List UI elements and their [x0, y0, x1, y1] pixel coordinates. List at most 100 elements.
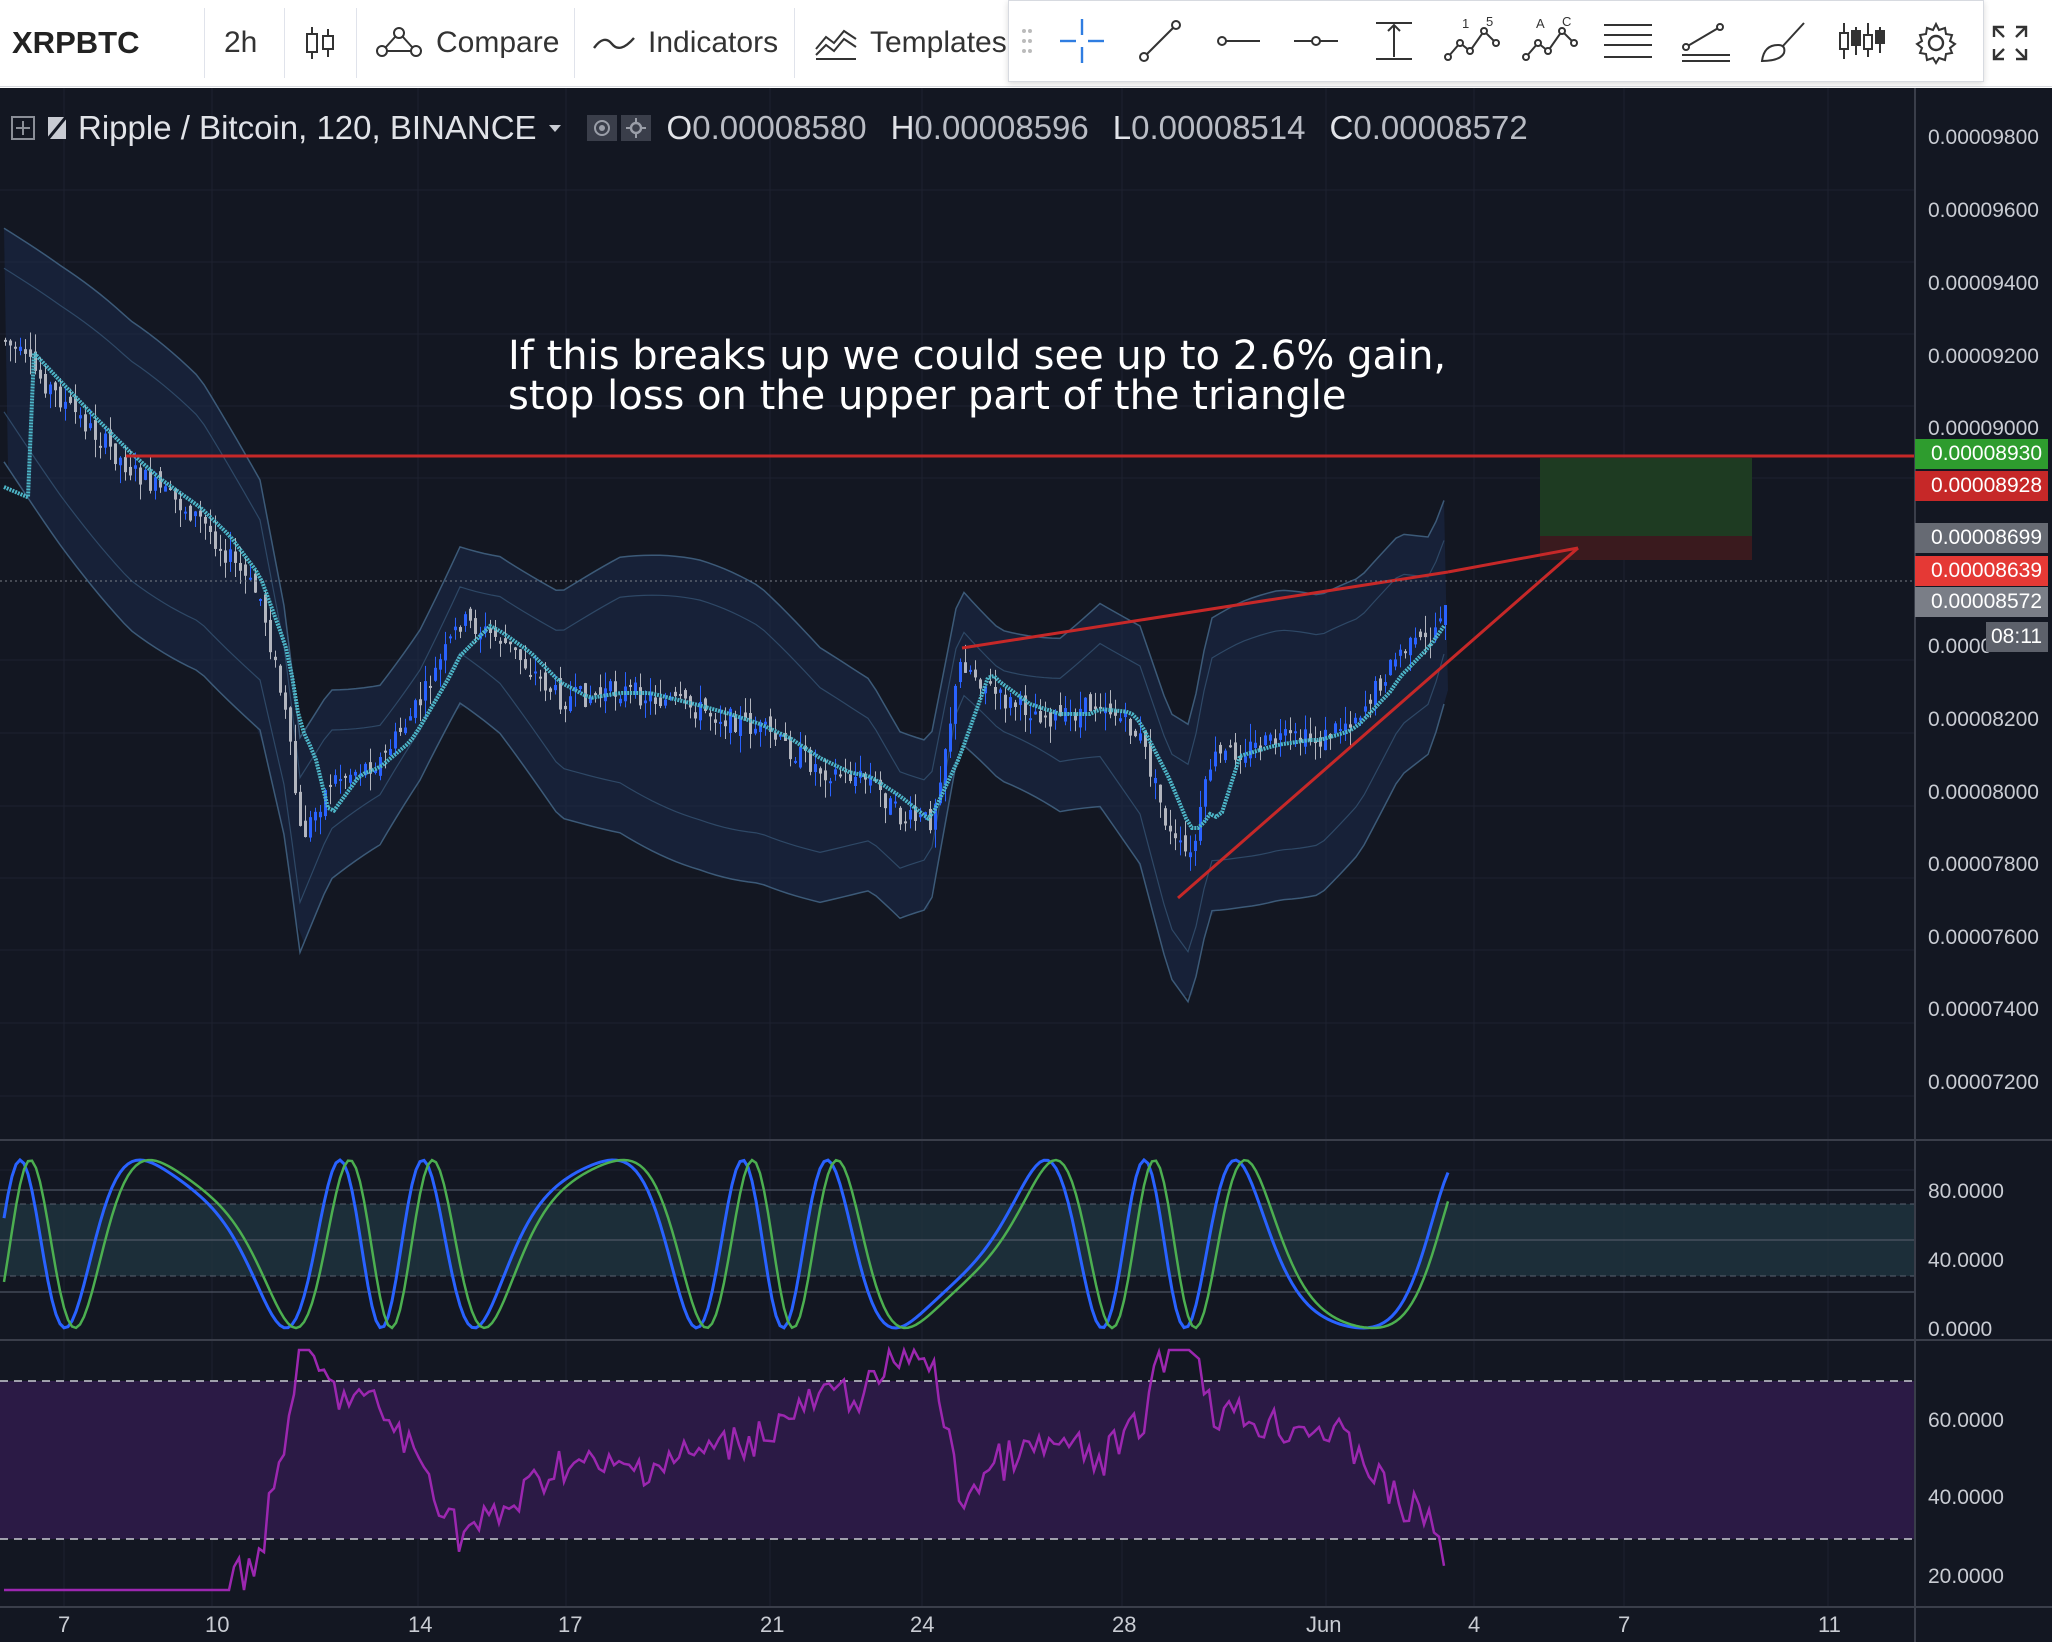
chart-type-button[interactable]	[302, 0, 338, 86]
pitchfork-tool[interactable]	[1675, 11, 1737, 71]
candle-body	[1379, 678, 1382, 691]
price-axis-label: 0.0000	[1928, 635, 1993, 658]
templates-icon	[815, 29, 857, 60]
candle-body	[674, 691, 677, 697]
symbol-label: XRPBTC	[12, 25, 140, 60]
candle-body	[1244, 756, 1247, 763]
candle-body	[349, 774, 352, 783]
interval-button[interactable]: 2h	[224, 0, 257, 86]
rsi-axis-label: 40.0000	[1928, 1486, 2004, 1509]
candle-body	[439, 659, 442, 670]
candle-body	[714, 719, 717, 723]
candle-body	[1394, 659, 1397, 667]
candle-body	[354, 771, 357, 776]
fullscreen-button[interactable]	[1990, 0, 2030, 86]
eye-icon[interactable]	[586, 115, 617, 141]
chevron-down-icon[interactable]	[545, 118, 565, 138]
candle-body	[539, 676, 542, 679]
candle-body	[1209, 769, 1212, 781]
candle-body	[724, 720, 727, 727]
time-axis-label: 24	[910, 1612, 935, 1637]
chart-canvas[interactable]	[0, 88, 2052, 1642]
horizontal-line-tool[interactable]	[1285, 11, 1347, 71]
candle-body	[1234, 742, 1237, 760]
stoch-axis-label: 40.0000	[1928, 1249, 2004, 1272]
horizontal-ray-tool[interactable]	[1207, 11, 1269, 71]
abcd-pattern-tool[interactable]: AC	[1519, 11, 1581, 71]
candle-body	[339, 779, 342, 782]
candle-body	[1154, 777, 1157, 784]
high-value: 0.00008596	[914, 109, 1089, 146]
candle-body	[979, 679, 982, 689]
candle-body	[299, 791, 302, 826]
candle-body	[1159, 784, 1162, 803]
candle-body	[269, 619, 272, 653]
collapse-icon[interactable]	[10, 115, 36, 141]
candle-body	[904, 821, 907, 824]
time-axis-label: 10	[205, 1612, 230, 1637]
candle-body	[644, 700, 647, 704]
open-label: O	[666, 109, 693, 146]
candle-body	[1184, 835, 1187, 852]
candle-body	[134, 465, 137, 469]
candle-body	[964, 662, 967, 673]
compare-button[interactable]: Compare	[374, 0, 559, 86]
symbol-search[interactable]: XRPBTC	[12, 0, 139, 86]
candle-body	[849, 774, 852, 782]
candle-body	[504, 638, 507, 643]
candle-body	[1094, 706, 1097, 709]
abcd-label-a: A	[1536, 17, 1545, 31]
candle-body	[449, 636, 452, 639]
settings-small-icon[interactable]	[620, 115, 651, 141]
candle-body	[899, 807, 902, 825]
rsi-axis-label: 60.0000	[1928, 1409, 2004, 1432]
candle-body	[799, 746, 802, 768]
brush-tool[interactable]	[1753, 11, 1815, 71]
candle-body	[544, 672, 547, 691]
candle-body	[499, 640, 502, 644]
drag-handle[interactable]	[1017, 11, 1037, 71]
symbol-title[interactable]: Ripple / Bitcoin, 120, BINANCE	[78, 109, 537, 147]
trend-line-tool[interactable]	[1129, 11, 1191, 71]
candle-body	[54, 382, 57, 391]
templates-button[interactable]: Templates	[814, 0, 1007, 86]
candle-body	[264, 594, 267, 623]
candle-body	[274, 656, 277, 661]
elliott-wave-tool[interactable]: 15	[1441, 11, 1503, 71]
candle-body	[229, 549, 232, 562]
crosshair-icon	[1060, 19, 1104, 63]
candle-body	[144, 469, 147, 480]
time-axis-label: 28	[1112, 1612, 1137, 1637]
horizontal-ray-icon	[1217, 36, 1260, 46]
candle-body	[284, 692, 287, 710]
candle-body	[974, 669, 977, 678]
crosshair-tool[interactable]	[1051, 11, 1113, 71]
candle-body	[1384, 682, 1387, 686]
last-price-tag: 0.00008572	[1915, 587, 2048, 617]
price-range-tool[interactable]	[1363, 11, 1425, 71]
candle-body	[889, 798, 892, 815]
time-axis-label: 7	[58, 1612, 71, 1637]
price-axis-label: 0.00009800	[1928, 126, 2039, 149]
candle-body	[124, 457, 127, 473]
candle-body	[1129, 718, 1132, 736]
fib-retracement-tool[interactable]	[1597, 11, 1659, 71]
candle-body	[319, 811, 322, 818]
close-value: 0.00008572	[1353, 109, 1528, 146]
indicators-button[interactable]: Indicators	[592, 0, 778, 86]
indicators-icon	[593, 37, 635, 50]
candle-body	[1399, 649, 1402, 656]
candle-body	[659, 697, 662, 707]
candle-body	[1289, 730, 1292, 734]
candle-body	[19, 346, 22, 351]
indicators-label: Indicators	[648, 26, 779, 59]
candle-body	[9, 340, 12, 346]
candle-body	[509, 641, 512, 645]
low-label: L	[1112, 109, 1132, 146]
top-toolbar: XRPBTC 2h Compare Indicators Templates 1…	[0, 0, 2052, 87]
long-position-tool[interactable]	[1831, 11, 1893, 71]
chart-annotation-text[interactable]: If this breaks up we could see up to 2.6…	[508, 336, 1446, 416]
candle-body	[399, 727, 402, 732]
settings-button[interactable]	[1914, 0, 1958, 86]
candle-body	[1424, 632, 1427, 638]
